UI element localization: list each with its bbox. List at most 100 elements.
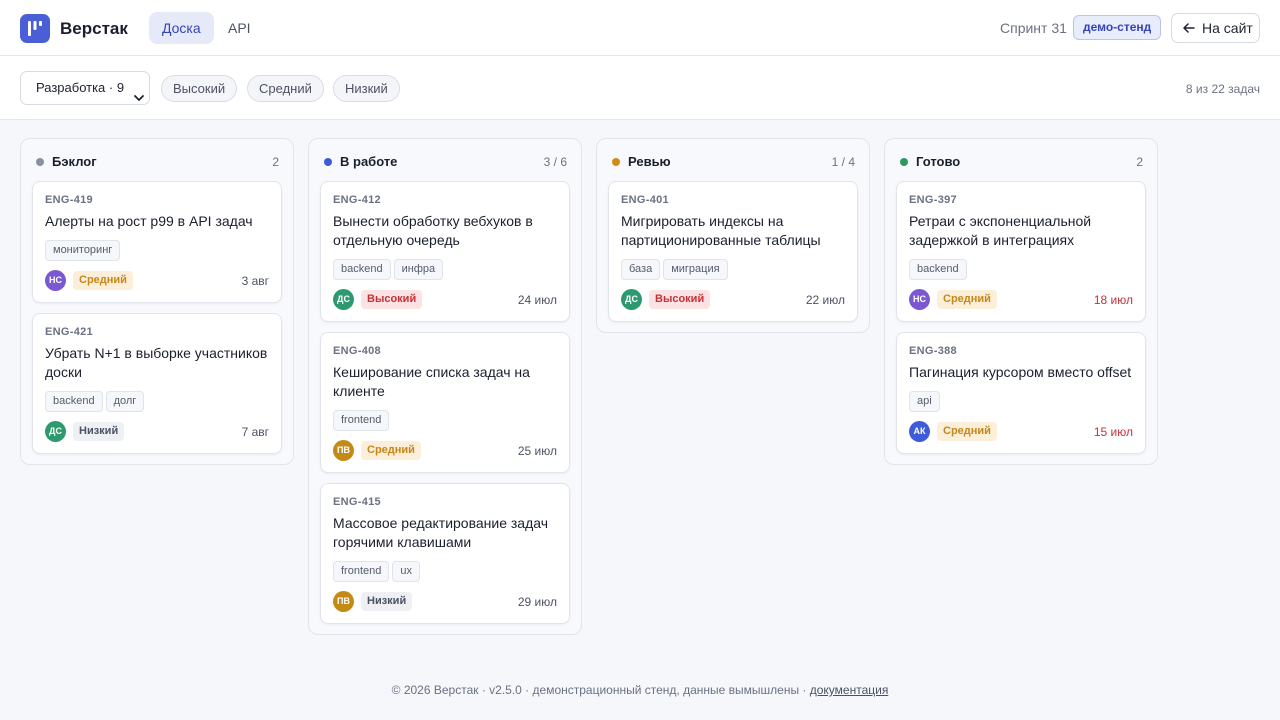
priority-badge: Низкий: [73, 422, 125, 441]
column-count: 2: [1136, 155, 1143, 169]
task-tag[interactable]: мониторинг: [45, 240, 121, 261]
assignee-avatar[interactable]: ДС: [333, 289, 354, 310]
task-title: Пагинация курсором вместо offset: [909, 364, 1132, 380]
priority-badge: Средний: [937, 422, 997, 441]
task-card[interactable]: ENG-412 Вынести обработку вебхуков в отде…: [320, 181, 570, 322]
task-tags: api: [909, 391, 1133, 412]
task-tag[interactable]: frontend: [333, 561, 390, 582]
task-title: Кеширование списка задач на клиенте: [333, 364, 530, 399]
task-tag[interactable]: инфра: [393, 259, 444, 280]
task-tag[interactable]: api: [909, 391, 940, 412]
task-card[interactable]: ENG-397 Ретраи с экспоненциальной задержк…: [896, 181, 1146, 322]
task-tag[interactable]: backend: [45, 391, 103, 412]
task-tags: backend инфра: [333, 259, 557, 280]
priority-badge: Средний: [937, 290, 997, 309]
assignee-avatar[interactable]: НС: [45, 270, 66, 291]
board-logo-icon[interactable]: [20, 14, 50, 43]
column-count: 3 / 6: [543, 155, 567, 169]
env-badge: демо-стенд: [1073, 15, 1162, 40]
task-id: ENG-408: [333, 345, 381, 357]
board-column: Готово 2 ENG-397 Ретраи с экспоненциальной …: [884, 138, 1158, 465]
assignee-avatar[interactable]: ДС: [621, 289, 642, 310]
tab-board[interactable]: Доска: [149, 12, 214, 44]
task-tag[interactable]: ux: [392, 561, 420, 582]
task-tag[interactable]: backend: [909, 259, 967, 280]
task-tag[interactable]: база: [621, 259, 661, 280]
task-tags: backend долг: [45, 391, 269, 412]
due-date: 24 июл: [517, 293, 557, 307]
task-footer: ПВ Низкий 29 июл: [333, 591, 557, 612]
status-dot-icon: [900, 158, 908, 166]
card-list: ENG-397 Ретраи с экспоненциальной задержк…: [885, 181, 1157, 464]
task-footer: ДС Высокий 24 июл: [333, 289, 557, 310]
assignee-avatar[interactable]: ДС: [45, 421, 66, 442]
filter-bar: Разработка · 9 Высокий Средний Низкий 8 …: [0, 56, 1280, 120]
task-count: 8 из 22 задач: [1185, 82, 1260, 96]
task-title: Массовое редактирование задач горячими к…: [333, 515, 549, 550]
board-column: Бэклог 2 ENG-419 Алерты на рост p99 в API з…: [20, 138, 294, 465]
task-tags: мониторинг: [45, 240, 269, 261]
due-date: 25 июл: [517, 444, 557, 458]
due-date: 29 июл: [517, 595, 557, 609]
column-title: Ревью: [628, 154, 671, 169]
task-tag[interactable]: миграция: [663, 259, 728, 280]
team-select-value: Разработка · 9: [36, 80, 125, 95]
priority-badge: Высокий: [649, 290, 711, 309]
task-card[interactable]: ENG-388 Пагинация курсором вместо offset a…: [896, 332, 1146, 454]
task-tag[interactable]: frontend: [333, 410, 390, 431]
task-title: Вынести обработку вебхуков в отдельную о…: [333, 213, 533, 248]
column-title: Бэклог: [52, 154, 97, 169]
column-title: В работе: [340, 154, 398, 169]
task-footer: НС Средний 3 авг: [45, 270, 269, 291]
task-footer: НС Средний 18 июл: [909, 289, 1133, 310]
tab-api[interactable]: API: [215, 12, 264, 44]
task-card[interactable]: ENG-419 Алерты на рост p99 в API задач мон…: [32, 181, 282, 303]
board-column: Ревью 1 / 4 ENG-401 Мигрировать индексы на …: [596, 138, 870, 333]
assignee-avatar[interactable]: ПВ: [333, 591, 354, 612]
docs-link[interactable]: документация: [810, 683, 889, 697]
status-dot-icon: [324, 158, 332, 166]
brand-name[interactable]: Верстак: [60, 19, 128, 39]
column-count: 1 / 4: [831, 155, 855, 169]
task-id: ENG-419: [45, 194, 93, 206]
task-id: ENG-412: [333, 194, 381, 206]
task-tag[interactable]: backend: [333, 259, 391, 280]
due-date: 18 июл: [1093, 293, 1133, 307]
priority-badge: Средний: [73, 271, 133, 290]
task-tags: frontend ux: [333, 561, 557, 582]
assignee-avatar[interactable]: ПВ: [333, 440, 354, 461]
due-date: 7 авг: [241, 425, 269, 439]
arrow-left-icon: [1183, 14, 1195, 42]
due-date: 15 июл: [1093, 425, 1133, 439]
priority-badge: Средний: [361, 441, 421, 460]
task-title: Убрать N+1 в выборке участников доски: [45, 345, 268, 380]
back-to-site-label: На сайт: [1202, 20, 1253, 36]
filter-chip-medium[interactable]: Средний: [247, 75, 324, 102]
task-id: ENG-388: [909, 345, 957, 357]
task-id: ENG-401: [621, 194, 669, 206]
filter-chip-high[interactable]: Высокий: [161, 75, 238, 102]
task-card[interactable]: ENG-401 Мигрировать индексы на партициони…: [608, 181, 858, 322]
column-header: В работе 3 / 6: [309, 139, 581, 181]
filter-chip-low[interactable]: Низкий: [333, 75, 400, 102]
task-footer: АК Средний 15 июл: [909, 421, 1133, 442]
task-card[interactable]: ENG-421 Убрать N+1 в выборке участников д…: [32, 313, 282, 454]
task-title: Мигрировать индексы на партиционированны…: [621, 213, 821, 248]
assignee-avatar[interactable]: АК: [909, 421, 930, 442]
task-card[interactable]: ENG-415 Массовое редактирование задач гор…: [320, 483, 570, 624]
task-footer: ДС Высокий 22 июл: [621, 289, 845, 310]
priority-badge: Низкий: [361, 592, 413, 611]
task-tag[interactable]: долг: [105, 391, 145, 412]
top-bar: Верстак Доска API Спринт 31 демо-стенд Н…: [0, 0, 1280, 56]
priority-badge: Высокий: [361, 290, 423, 309]
assignee-avatar[interactable]: НС: [909, 289, 930, 310]
task-title: Ретраи с экспоненциальной задержкой в ин…: [909, 213, 1092, 248]
back-to-site-button[interactable]: На сайт: [1171, 13, 1260, 43]
footer-text: © 2026 Верстак · v2.5.0 · демонстрационн…: [391, 683, 810, 697]
status-dot-icon: [612, 158, 620, 166]
team-select[interactable]: Разработка · 9: [20, 71, 150, 105]
task-card[interactable]: ENG-408 Кеширование списка задач на клиен…: [320, 332, 570, 473]
task-footer: ДС Низкий 7 авг: [45, 421, 269, 442]
sprint-label: Спринт 31: [1000, 20, 1067, 36]
card-list: ENG-401 Мигрировать индексы на партициони…: [597, 181, 869, 332]
